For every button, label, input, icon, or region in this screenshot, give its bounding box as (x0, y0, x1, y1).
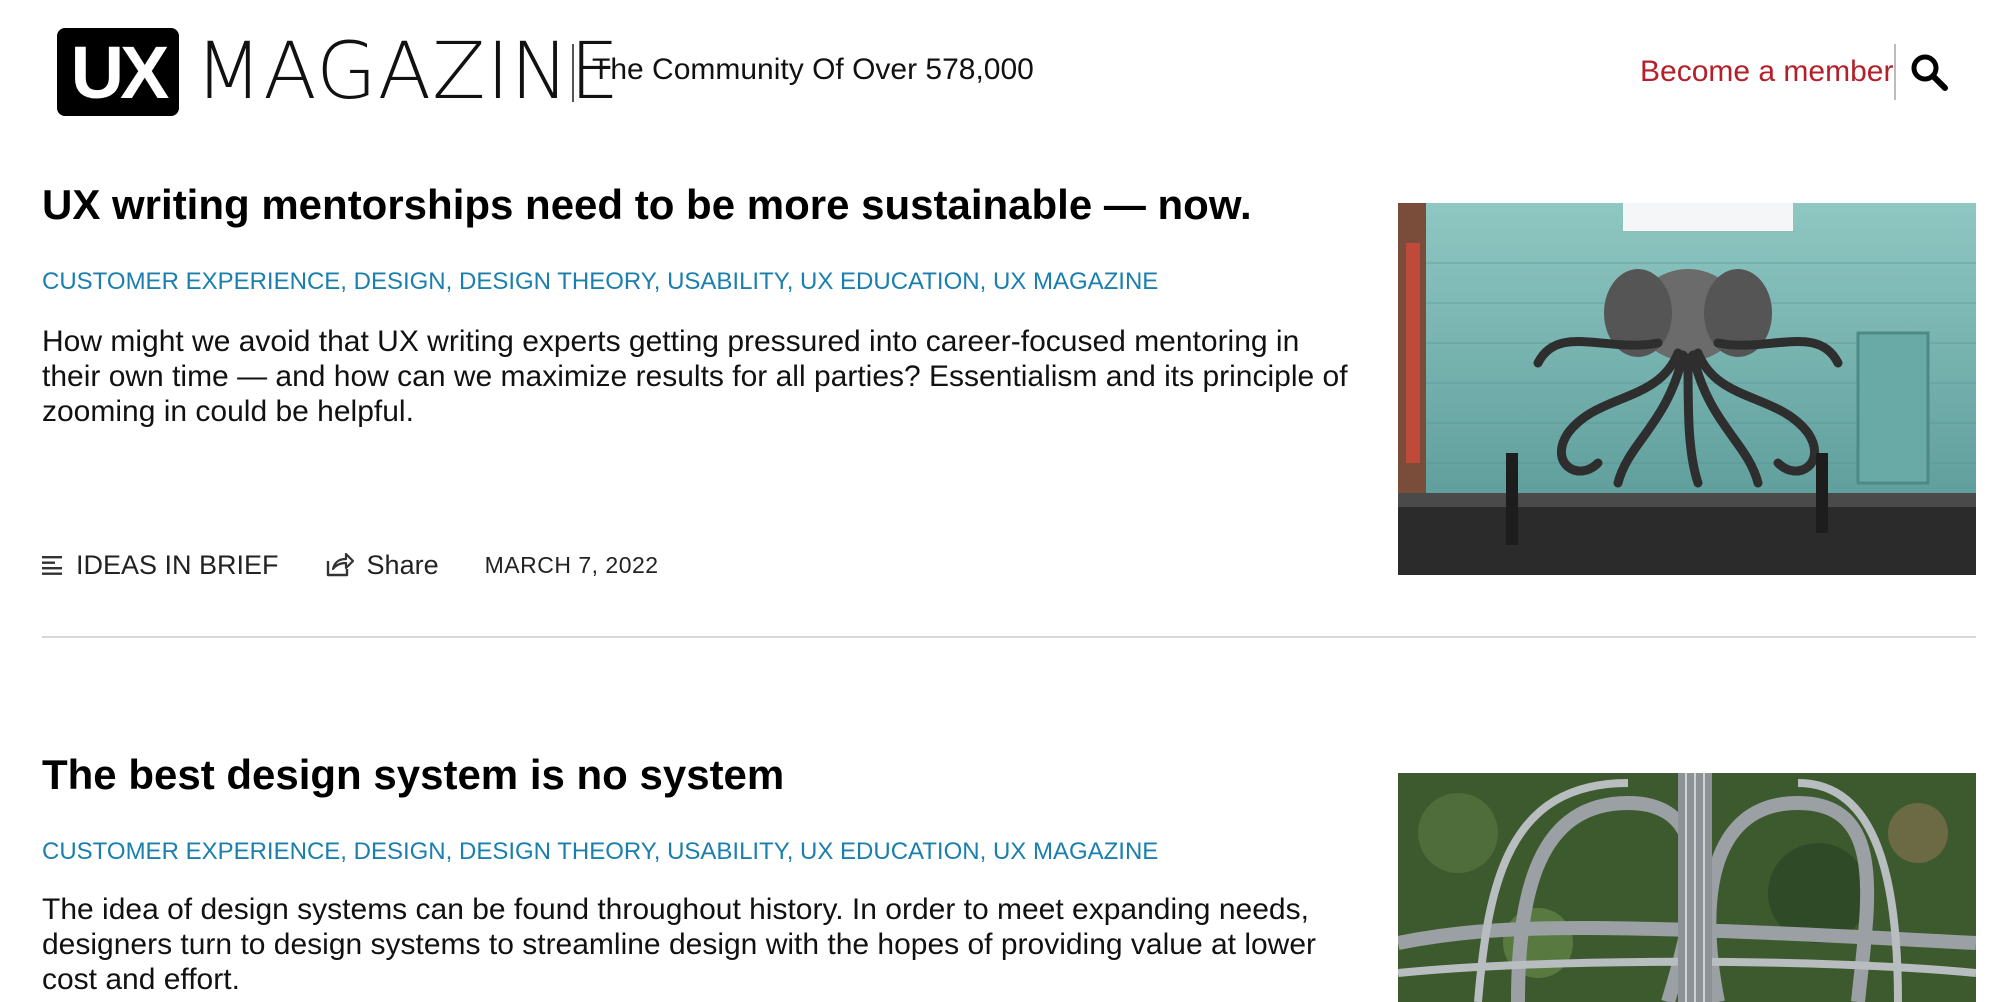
article-thumbnail[interactable] (1398, 203, 1976, 575)
logo-divider (572, 44, 574, 102)
site-header: UX MAGAZINE The Community Of Over 578,00… (0, 0, 2000, 150)
logo-wordmark: MAGAZINE (195, 27, 621, 117)
share-label: Share (366, 549, 439, 580)
article-date: MARCH 7, 2022 (485, 552, 659, 579)
tag-link[interactable]: UX EDUCATION (800, 268, 980, 295)
date-text: MARCH 7, 2022 (484, 551, 659, 578)
header-divider (1894, 44, 1896, 100)
article-thumbnail[interactable] (1398, 773, 1976, 1002)
tag-link[interactable]: DESIGN THEORY (459, 838, 654, 865)
share-icon (325, 552, 355, 578)
tag-link[interactable]: CUSTOMER EXPERIENCE (42, 268, 340, 295)
tag-link[interactable]: DESIGN (354, 838, 446, 865)
tag-link[interactable]: UX EDUCATION (800, 838, 980, 865)
category-label: IDEAS IN BRIEF (76, 549, 279, 580)
tag-link[interactable]: USABILITY (667, 268, 787, 295)
become-member-link[interactable]: Become a member (1640, 55, 1893, 89)
article-tags: CUSTOMER EXPERIENCE, DESIGN, DESIGN THEO… (42, 268, 1159, 295)
search-icon[interactable] (1910, 53, 1948, 91)
article-excerpt: How might we avoid that UX writing exper… (42, 325, 1348, 428)
list-icon (42, 554, 64, 576)
tag-link[interactable]: UX MAGAZINE (993, 838, 1158, 865)
article-divider (42, 636, 1976, 638)
site-logo[interactable]: UX MAGAZINE (57, 28, 620, 116)
tag-link[interactable]: DESIGN (354, 268, 446, 295)
elephant-octopus-mural-photo (1398, 203, 1976, 575)
article-excerpt: The idea of design systems can be found … (42, 893, 1317, 996)
site-tagline: The Community Of Over 578,000 (592, 53, 1034, 86)
tag-link[interactable]: USABILITY (667, 838, 787, 865)
article-meta: IDEAS IN BRIEF Share MARCH 7, 2022 (42, 545, 705, 585)
tag-link[interactable]: DESIGN THEORY (459, 268, 654, 295)
tag-link[interactable]: UX MAGAZINE (993, 268, 1158, 295)
tag-link[interactable]: CUSTOMER EXPERIENCE (42, 838, 340, 865)
article-title[interactable]: The best design system is no system (42, 754, 784, 796)
article-title[interactable]: UX writing mentorships need to be more s… (42, 184, 1252, 226)
article-tags: CUSTOMER EXPERIENCE, DESIGN, DESIGN THEO… (42, 838, 1159, 865)
logo-mark: UX (57, 28, 179, 116)
share-button[interactable]: Share (325, 550, 439, 581)
category-link[interactable]: IDEAS IN BRIEF (42, 550, 279, 581)
highway-interchange-aerial-photo (1398, 773, 1976, 1002)
